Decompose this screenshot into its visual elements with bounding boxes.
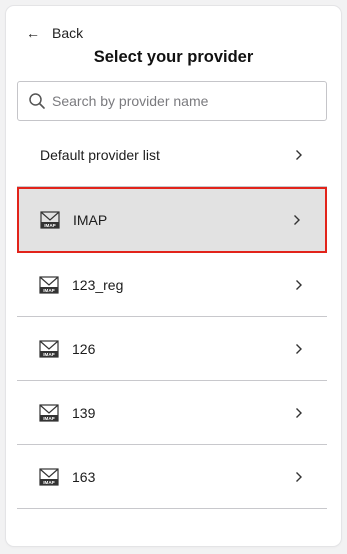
imap-mail-icon: IMAP	[40, 211, 60, 229]
imap-mail-icon: IMAP	[39, 339, 59, 358]
search-box[interactable]	[17, 81, 327, 121]
back-button[interactable]: ← Back	[26, 24, 83, 42]
provider-label: 123_reg	[72, 276, 124, 293]
page-title: Select your provider	[93, 48, 254, 66]
imap-mail-icon: IMAP	[39, 275, 59, 294]
provider-row-default-list[interactable]: Default provider list	[17, 123, 327, 187]
provider-label: IMAP	[73, 212, 108, 228]
imap-badge-text: IMAP	[43, 287, 54, 292]
provider-row-imap[interactable]: IMAP IMAP	[17, 187, 327, 253]
chevron-right-icon	[294, 215, 300, 225]
chevron-right-icon	[296, 343, 302, 354]
provider-row-139[interactable]: IMAP 139	[17, 381, 327, 445]
imap-badge-text: IMAP	[44, 223, 55, 228]
provider-list: Default provider list IMAP IMAP IMAP 123…	[17, 123, 327, 509]
back-label: Back	[52, 25, 84, 41]
chevron-right-icon	[296, 279, 302, 290]
imap-badge-text: IMAP	[43, 479, 54, 484]
chevron-right-icon	[296, 149, 302, 160]
provider-label: 163	[72, 468, 96, 485]
chevron-right-icon	[296, 471, 302, 482]
provider-row-163[interactable]: IMAP 163	[17, 445, 327, 509]
search-input[interactable]	[52, 93, 302, 109]
provider-label: 139	[72, 404, 96, 421]
imap-badge-text: IMAP	[43, 351, 54, 356]
provider-label: 126	[72, 340, 96, 357]
chevron-right-icon	[296, 407, 302, 418]
back-arrow-icon: ←	[26, 25, 40, 41]
imap-badge-text: IMAP	[43, 415, 54, 420]
imap-mail-icon: IMAP	[39, 467, 59, 486]
provider-row-126[interactable]: IMAP 126	[17, 317, 327, 381]
search-icon	[29, 93, 45, 109]
imap-mail-icon: IMAP	[39, 403, 59, 422]
provider-picker-card: ← Back Select your provider Default prov…	[6, 6, 341, 546]
provider-row-123-reg[interactable]: IMAP 123_reg	[17, 253, 327, 317]
provider-label: Default provider list	[40, 146, 160, 163]
